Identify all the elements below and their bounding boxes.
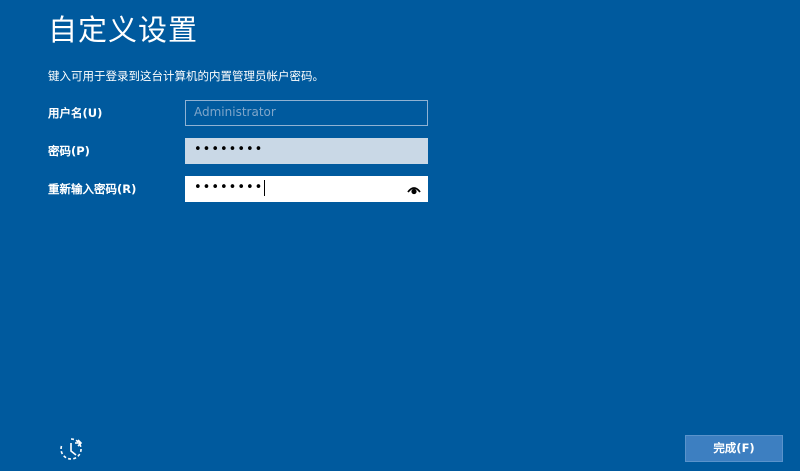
username-label: 用户名(U) [48, 106, 103, 120]
password-masked-value: •••••••• [194, 142, 264, 157]
password-label: 密码(P) [48, 144, 90, 158]
username-value: Administrator [194, 105, 276, 119]
eye-icon[interactable] [407, 183, 421, 197]
password-field[interactable]: •••••••• [185, 138, 428, 164]
ease-of-access-icon[interactable] [57, 435, 85, 463]
reenter-password-label: 重新输入密码(R) [48, 182, 137, 196]
reenter-password-masked-value: •••••••• [194, 180, 264, 195]
reenter-password-field[interactable]: •••••••• [185, 176, 428, 202]
instruction-text: 键入可用于登录到这台计算机的内置管理员帐户密码。 [48, 69, 324, 83]
page-title: 自定义设置 [48, 13, 199, 47]
text-caret [264, 179, 266, 196]
username-field[interactable]: Administrator [185, 100, 428, 126]
finish-button[interactable]: 完成(F) [685, 435, 783, 462]
